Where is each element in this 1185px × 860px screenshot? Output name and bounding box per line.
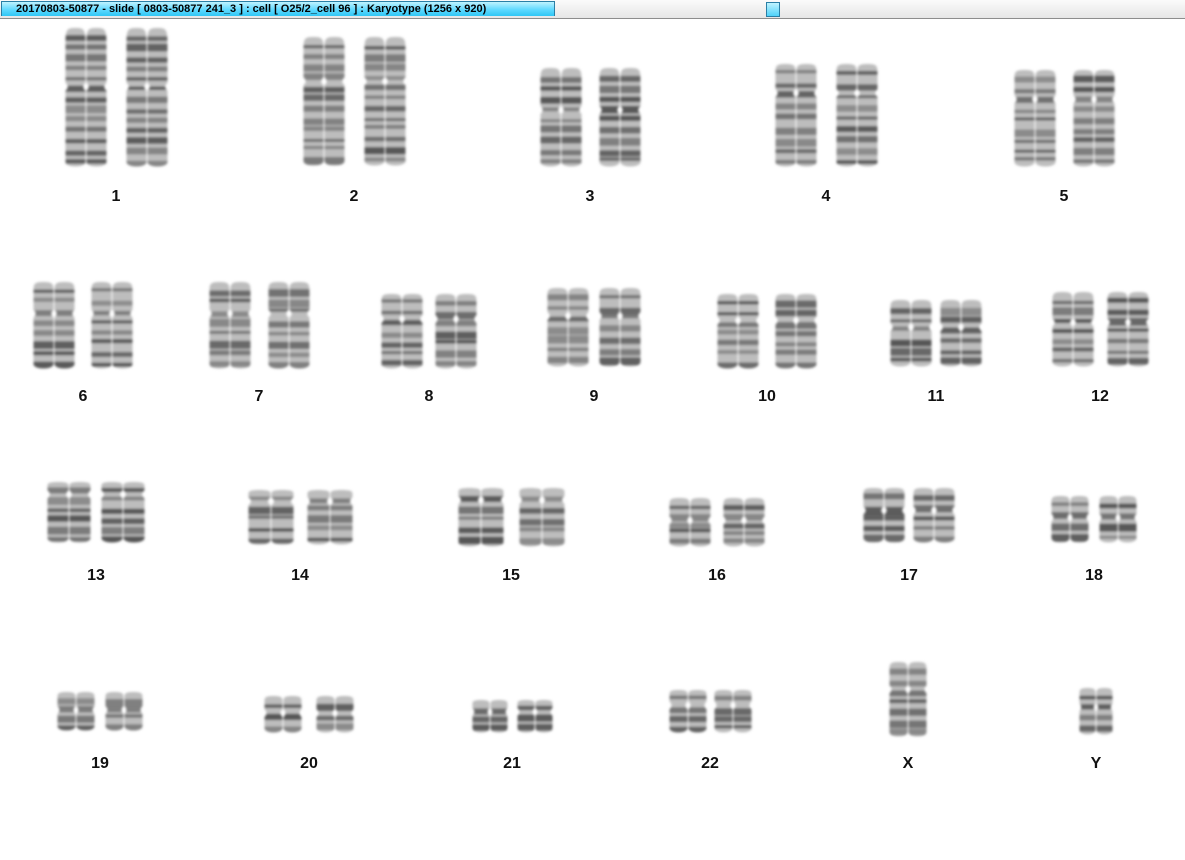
chromosome-21-right[interactable] [512,698,558,738]
chromosome-label: 15 [502,567,520,584]
chromosome-22-left[interactable] [664,688,712,738]
chromosome-label: 20 [300,755,318,772]
chromosome-label: 13 [87,567,105,584]
title-bar-handle[interactable] [766,2,780,17]
chromosome-20-right[interactable] [311,694,359,738]
chromosome-16-right[interactable] [718,496,770,552]
chromosome-3-right[interactable] [594,66,646,172]
chromosome-label: 7 [254,388,264,405]
karyotype-workspace: 1 2 3 4 5 6 7 8 9 10 11 12 13 14 15 16 17 18 19 20 21 22 X Y [0,19,1185,860]
chromosome-17-left[interactable] [858,486,910,548]
chromosome-6-right[interactable] [86,280,138,374]
chromosome-11-left[interactable] [885,298,937,372]
chromosome-2-left[interactable] [298,35,350,171]
chromosome-18-right[interactable] [1094,494,1142,548]
chromosome-label: X [902,755,914,772]
chromosome-label: 5 [1059,188,1069,205]
chromosome-7-left[interactable] [204,280,256,374]
chromosome-7-right[interactable] [263,280,315,374]
chromosome-13-left[interactable] [42,480,96,548]
chromosome-17-right[interactable] [908,486,960,548]
chromosome-label: 8 [424,388,434,405]
chromosome-10-right[interactable] [770,292,822,374]
chromosome-6-left[interactable] [28,280,80,374]
chromosome-2-right[interactable] [359,35,411,171]
chromosome-9-right[interactable] [594,286,646,372]
chromosome-22-right[interactable] [709,688,757,738]
chromosome-12-left[interactable] [1047,290,1099,372]
chromosome-label: 9 [589,388,599,405]
chromosome-9-left[interactable] [542,286,594,372]
chromosome-14-left[interactable] [243,488,299,550]
chromosome-16-left[interactable] [664,496,716,552]
chromosome-5-right[interactable] [1068,68,1120,172]
chromosome-15-right[interactable] [514,486,570,552]
chromosome-label: 11 [927,388,945,405]
chromosome-10-left[interactable] [712,292,764,374]
chromosome-label: 21 [503,755,521,772]
chromosome-18-left[interactable] [1046,494,1094,548]
chromosome-Y-single[interactable] [1074,686,1118,740]
chromosome-19-left[interactable] [52,690,100,736]
chromosome-13-right[interactable] [96,480,150,548]
chromosome-21-left[interactable] [467,698,513,738]
chromosome-label: Y [1090,755,1102,772]
chromosome-19-right[interactable] [100,690,148,736]
chromosome-label: 2 [349,188,359,205]
chromosome-label: 18 [1085,567,1103,584]
chromosome-20-left[interactable] [259,694,307,738]
chromosome-X-single[interactable] [884,660,932,742]
chromosome-1-right[interactable] [121,26,173,172]
chromosome-8-left[interactable] [376,292,428,374]
chromosome-label: 19 [91,755,109,772]
chromosome-5-left[interactable] [1009,68,1061,172]
chromosome-label: 17 [900,567,918,584]
chromosome-label: 22 [701,755,719,772]
chromosome-label: 4 [821,188,831,205]
chromosome-12-right[interactable] [1102,290,1154,372]
chromosome-14-right[interactable] [302,488,358,550]
chromosome-4-right[interactable] [831,62,883,172]
window-title-tab[interactable]: 20170803-50877 - slide [ 0803-50877 241_… [1,1,555,16]
chromosome-label: 14 [291,567,309,584]
chromosome-8-right[interactable] [430,292,482,374]
chromosome-label: 1 [111,188,121,205]
chromosome-label: 12 [1091,388,1109,405]
chromosome-3-left[interactable] [535,66,587,172]
chromosome-1-left[interactable] [60,26,112,172]
window-title-bar: 20170803-50877 - slide [ 0803-50877 241_… [0,0,1185,19]
chromosome-label: 10 [758,388,776,405]
chromosome-label: 6 [78,388,88,405]
chromosome-4-left[interactable] [770,62,822,172]
chromosome-label: 16 [708,567,726,584]
chromosome-15-left[interactable] [453,486,509,552]
chromosome-label: 3 [585,188,595,205]
chromosome-11-right[interactable] [935,298,987,372]
